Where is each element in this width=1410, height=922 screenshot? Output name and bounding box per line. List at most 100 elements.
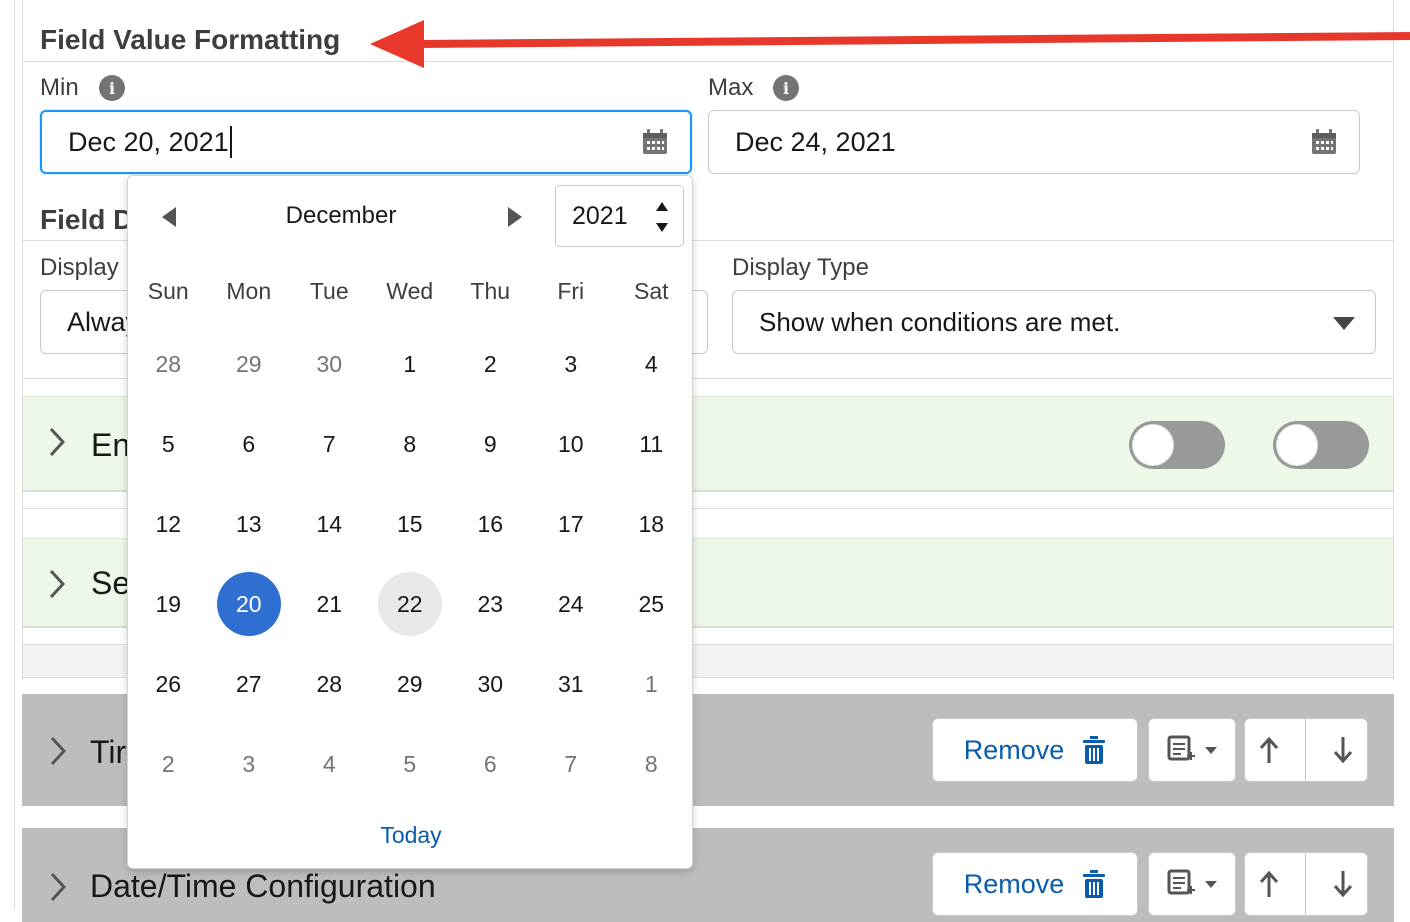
calendar-day-number: 5 xyxy=(403,750,417,777)
calendar-day[interactable]: 1 xyxy=(611,644,692,724)
calendar-day[interactable]: 10 xyxy=(531,404,612,484)
calendar-day[interactable]: 1 xyxy=(370,324,451,404)
calendar-day[interactable]: 7 xyxy=(531,724,612,804)
calendar-day-number: 11 xyxy=(639,430,664,457)
calendar-day-number: 7 xyxy=(322,430,336,457)
chevron-right-icon[interactable] xyxy=(48,870,68,909)
calendar-day[interactable]: 2 xyxy=(128,724,209,804)
move-button-group xyxy=(1244,852,1368,916)
caret-down-icon xyxy=(1205,880,1217,888)
calendar-day[interactable]: 18 xyxy=(611,484,692,564)
calendar-day[interactable]: 29 xyxy=(370,644,451,724)
calendar-day-number: 29 xyxy=(235,350,262,377)
calendar-day-number: 2 xyxy=(161,750,175,777)
arrow-down-icon[interactable] xyxy=(1332,870,1354,898)
calendar-day[interactable]: 29 xyxy=(209,324,290,404)
calendar-day[interactable]: 2 xyxy=(450,324,531,404)
text-caret xyxy=(229,126,232,158)
arrow-up-icon[interactable] xyxy=(1258,870,1280,898)
triangle-right-icon[interactable] xyxy=(506,206,524,228)
remove-button[interactable]: Remove xyxy=(932,718,1138,782)
calendar-day-number: 5 xyxy=(161,430,175,457)
calendar-day[interactable]: 25 xyxy=(611,564,692,644)
max-date-input[interactable]: Dec 24, 2021 xyxy=(708,110,1360,174)
chevron-right-icon[interactable] xyxy=(47,567,67,610)
caret-down-icon xyxy=(1333,317,1355,330)
calendar-day[interactable]: 30 xyxy=(450,644,531,724)
calendar-day-number: 17 xyxy=(557,510,584,537)
today-link[interactable]: Today xyxy=(128,822,694,849)
calendar-day[interactable]: 20 xyxy=(209,564,290,644)
arrow-down-icon[interactable] xyxy=(1332,736,1354,764)
calendar-day[interactable]: 6 xyxy=(450,724,531,804)
calendar-day-number: 8 xyxy=(644,750,658,777)
calendar-day[interactable]: 8 xyxy=(370,404,451,484)
display-label: Display xyxy=(40,254,119,281)
calendar-day-number: 23 xyxy=(477,590,504,617)
calendar-day-number: 18 xyxy=(638,510,665,537)
calendar-day[interactable]: 12 xyxy=(128,484,209,564)
calendar-day[interactable]: 4 xyxy=(289,724,370,804)
add-note-menu-button[interactable] xyxy=(1148,852,1236,916)
calendar-day[interactable]: 5 xyxy=(128,404,209,484)
weekday-label: Wed xyxy=(386,278,434,304)
calendar-day[interactable]: 26 xyxy=(128,644,209,724)
calendar-day[interactable]: 22 xyxy=(370,564,451,644)
calendar-day-number: 19 xyxy=(155,590,182,617)
calendar-day[interactable]: 23 xyxy=(450,564,531,644)
calendar-day[interactable]: 8 xyxy=(611,724,692,804)
calendar-day[interactable]: 11 xyxy=(611,404,692,484)
toggle-switch[interactable] xyxy=(1273,421,1369,469)
calendar-day[interactable]: 28 xyxy=(289,644,370,724)
calendar-day[interactable]: 14 xyxy=(289,484,370,564)
min-date-input[interactable]: Dec 20, 2021 xyxy=(40,110,692,174)
calendar-day[interactable]: 16 xyxy=(450,484,531,564)
calendar-day[interactable]: 5 xyxy=(370,724,451,804)
calendar-icon[interactable] xyxy=(642,129,668,155)
calendar-day-number: 9 xyxy=(483,430,497,457)
calendar-day[interactable]: 30 xyxy=(289,324,370,404)
year-stepper-icon[interactable] xyxy=(655,202,669,232)
chevron-right-icon[interactable] xyxy=(47,425,67,468)
remove-button[interactable]: Remove xyxy=(932,852,1138,916)
weekday-label: Thu xyxy=(470,278,511,304)
calendar-day-number: 31 xyxy=(557,670,584,697)
calendar-day[interactable]: 4 xyxy=(611,324,692,404)
calendar-day[interactable]: 9 xyxy=(450,404,531,484)
add-note-menu-button[interactable] xyxy=(1148,718,1236,782)
calendar-day-number: 6 xyxy=(242,430,256,457)
calendar-day[interactable]: 13 xyxy=(209,484,290,564)
toggle-switch[interactable] xyxy=(1129,421,1225,469)
calendar-day[interactable]: 31 xyxy=(531,644,612,724)
calendar-day[interactable]: 19 xyxy=(128,564,209,644)
calendar-day[interactable]: 3 xyxy=(209,724,290,804)
info-icon[interactable]: i xyxy=(99,75,125,101)
weekday-header-row: Sun Mon Tue Wed Thu Fri Sat xyxy=(128,278,692,318)
info-icon[interactable]: i xyxy=(773,75,799,101)
year-select[interactable]: 2021 xyxy=(555,185,684,247)
calendar-day[interactable]: 6 xyxy=(209,404,290,484)
arrow-up-icon[interactable] xyxy=(1258,736,1280,764)
resize-handle[interactable] xyxy=(1404,360,1410,372)
calendar-day[interactable]: 21 xyxy=(289,564,370,644)
calendar-day[interactable]: 17 xyxy=(531,484,612,564)
display-type-select[interactable]: Show when conditions are met. xyxy=(732,290,1376,354)
calendar-day[interactable]: 7 xyxy=(289,404,370,484)
remove-button-label: Remove xyxy=(963,734,1065,765)
calendar-day-number: 3 xyxy=(242,750,256,777)
max-label: Max xyxy=(708,74,754,101)
calendar-day[interactable]: 27 xyxy=(209,644,290,724)
calendar-day[interactable]: 3 xyxy=(531,324,612,404)
add-note-icon xyxy=(1167,735,1195,761)
weekday-label: Mon xyxy=(226,278,272,304)
display-type-label: Display Type xyxy=(732,254,869,281)
calendar-day[interactable]: 28 xyxy=(128,324,209,404)
calendar-day[interactable]: 24 xyxy=(531,564,612,644)
calendar-icon[interactable] xyxy=(1311,129,1337,155)
calendar-day[interactable]: 15 xyxy=(370,484,451,564)
section-title: En xyxy=(91,427,131,463)
calendar-day-number: 20 xyxy=(216,572,281,636)
month-label: December xyxy=(285,202,397,229)
chevron-right-icon[interactable] xyxy=(48,734,68,773)
calendar-day-number: 4 xyxy=(644,350,658,377)
